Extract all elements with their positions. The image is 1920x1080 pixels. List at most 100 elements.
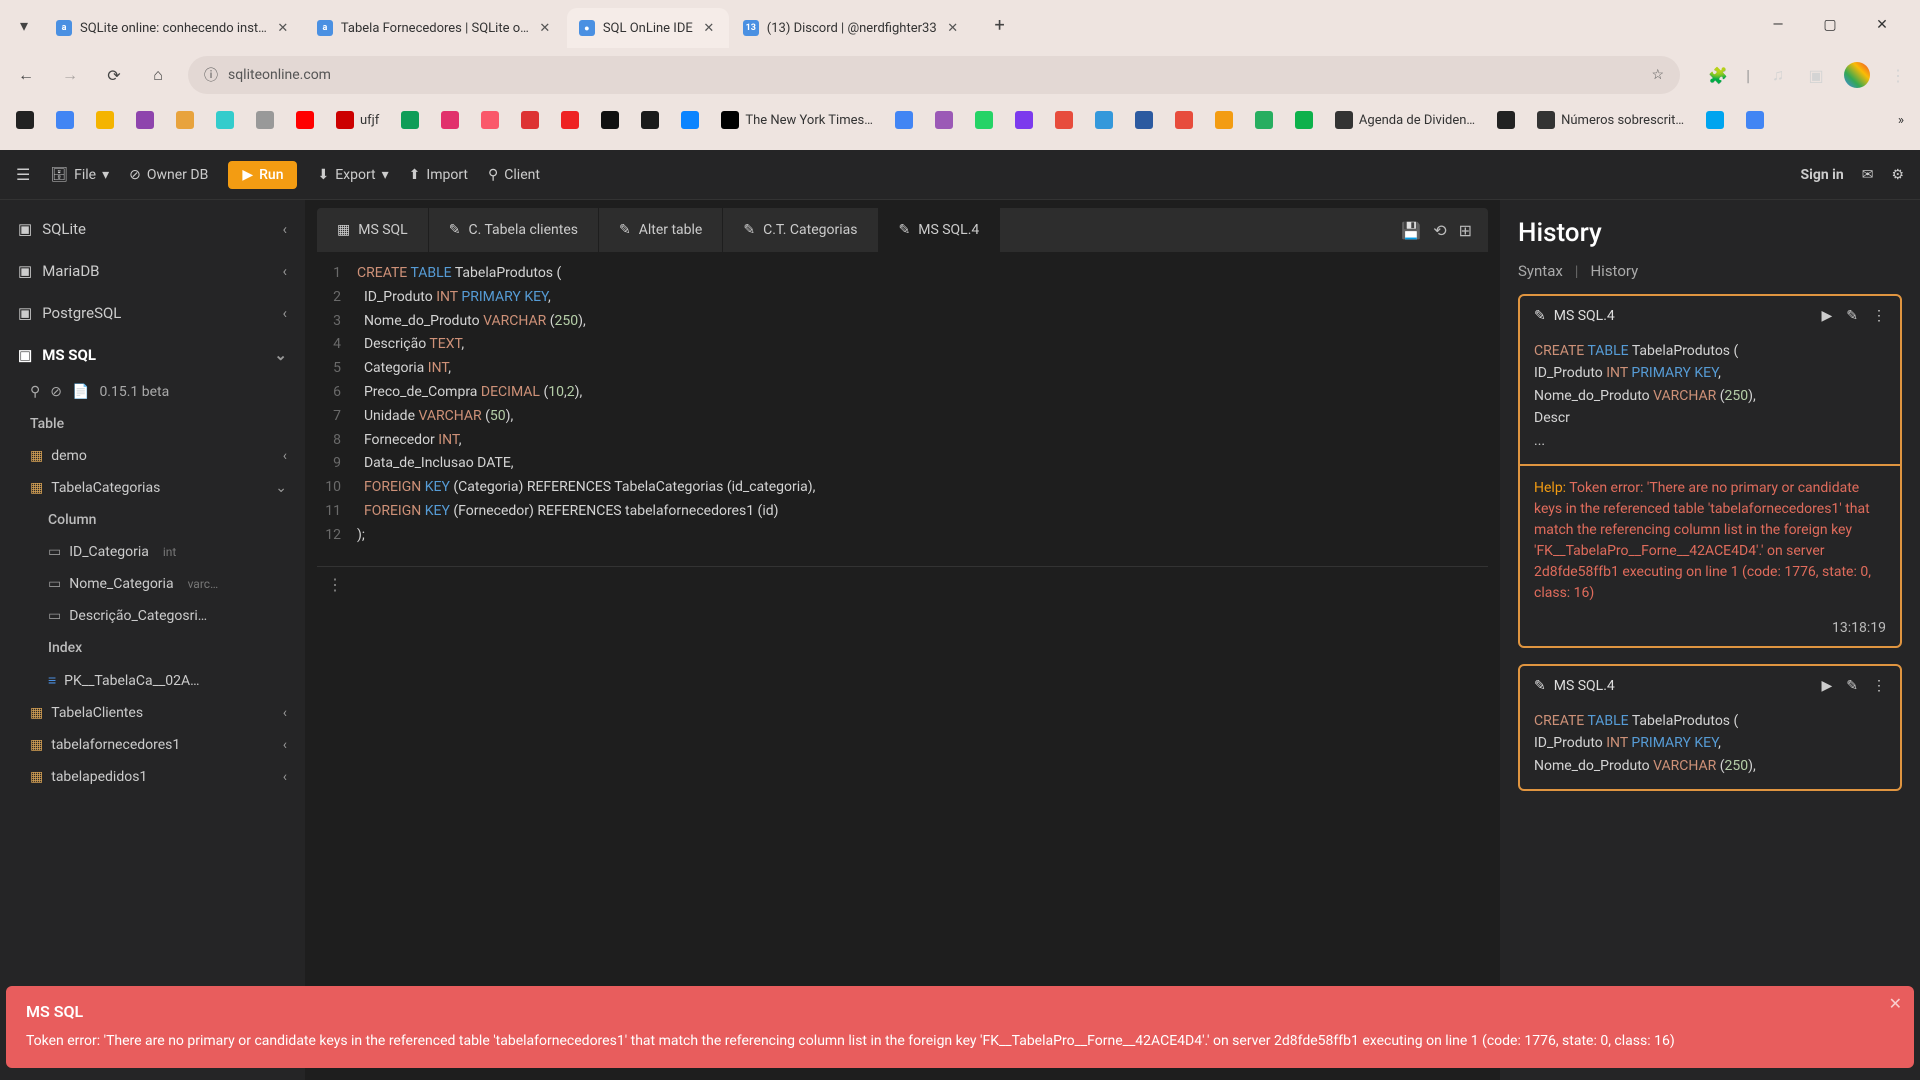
code-content[interactable]: FOREIGN KEY (Categoria) REFERENCES Tabel… [357,476,1488,500]
chevron-left-icon[interactable]: ‹ [283,769,287,785]
profile-avatar-icon[interactable] [1844,62,1870,88]
run-history-icon[interactable]: ▶ [1821,308,1832,324]
chevron-left-icon[interactable]: ‹ [283,448,287,464]
tab-syntax[interactable]: Syntax [1518,262,1563,280]
table-item[interactable]: ▦demo ‹ [0,440,305,472]
code-editor[interactable]: 1 CREATE TABLE TabelaProdutos ( 2 ID_Pro… [317,252,1488,558]
table-item[interactable]: ▦tabelapedidos1 ‹ [0,761,305,793]
import-button[interactable]: ⬆ Import [409,167,468,183]
export-menu[interactable]: ⬇ Export ▾ [317,167,388,183]
chevron-left-icon[interactable]: ‹ [283,737,287,753]
error-icon[interactable]: ⊘ [50,384,62,400]
edit-history-icon[interactable]: ✎ [1846,678,1858,694]
chevron-down-icon[interactable]: ⌄ [275,480,287,496]
result-menu-icon[interactable]: ⋮ [327,575,343,594]
back-button[interactable]: ← [12,61,40,89]
code-content[interactable]: Unidade VARCHAR (50), [357,405,1488,429]
run-history-icon[interactable]: ▶ [1821,678,1832,694]
column-item[interactable]: ▭ID_Categoriaint [0,536,305,568]
bookmark-item[interactable] [136,111,154,129]
column-item[interactable]: ▭Nome_Categoriavarc… [0,568,305,600]
code-content[interactable]: ID_Produto INT PRIMARY KEY, [357,286,1488,310]
toast-close-icon[interactable]: ✕ [1889,994,1902,1013]
bookmark-item[interactable] [296,111,314,129]
bookmark-item[interactable]: Agenda de Dividen… [1335,111,1475,129]
bookmark-item[interactable] [1706,111,1724,129]
chevron-icon[interactable]: ⌄ [274,346,287,364]
chevron-icon[interactable]: ‹ [282,304,287,322]
bookmark-item[interactable] [1135,111,1153,129]
tab-close-icon[interactable]: ✕ [701,20,717,36]
bookmark-item[interactable] [481,111,499,129]
tab-close-icon[interactable]: ✕ [275,20,291,36]
forward-button[interactable]: → [56,61,84,89]
bookmark-item[interactable] [1215,111,1233,129]
extensions-icon[interactable]: 🧩 [1708,65,1728,85]
tab-search-dropdown[interactable]: ▾ [8,9,40,41]
bookmark-item[interactable] [895,111,913,129]
chevron-icon[interactable]: ‹ [282,262,287,280]
table-item[interactable]: ▦TabelaCategorias ⌄ [0,472,305,504]
save-icon[interactable]: 💾 [1401,221,1421,240]
code-content[interactable]: Nome_do_Produto VARCHAR (250), [357,310,1488,334]
bookmark-item[interactable]: Números sobrescrit… [1537,111,1684,129]
sign-in-button[interactable]: Sign in [1801,167,1844,183]
bookmark-item[interactable] [1095,111,1113,129]
index-item[interactable]: ≡PK__TabelaCa__02A… [0,664,305,697]
table-item[interactable]: ▦tabelafornecedores1 ‹ [0,729,305,761]
db-engine-item[interactable]: ▣PostgreSQL ‹ [0,292,305,334]
maximize-button[interactable]: ▢ [1812,7,1848,43]
star-icon[interactable]: ☆ [1652,67,1665,83]
editor-tab[interactable]: ✎ C.T. Categorias [723,208,878,252]
bookmark-item[interactable] [176,111,194,129]
owner-db-button[interactable]: ⊘ Owner DB [129,167,208,183]
client-button[interactable]: ⚲ Client [488,167,540,183]
column-item[interactable]: ▭Descrição_Categosri… [0,600,305,632]
run-button[interactable]: ▶ Run [228,161,297,189]
bookmarks-overflow-icon[interactable]: » [1898,113,1904,128]
mail-icon[interactable]: ✉ [1862,167,1874,183]
editor-tab[interactable]: ▦ MS SQL [317,208,429,252]
editor-tab[interactable]: ✎ Alter table [599,208,723,252]
db-engine-item[interactable]: ▣MS SQL ⌄ [0,334,305,376]
bookmark-item[interactable] [561,111,579,129]
db-engine-item[interactable]: ▣MariaDB ‹ [0,250,305,292]
url-bar[interactable]: ⓘ sqliteonline.com ☆ [188,56,1680,94]
bookmark-item[interactable] [935,111,953,129]
editor-tab[interactable]: ✎ MS SQL.4 [879,208,1001,252]
bookmark-item[interactable] [1175,111,1193,129]
bookmark-item[interactable] [216,111,234,129]
bookmark-item[interactable] [401,111,419,129]
bookmark-item[interactable] [601,111,619,129]
bookmark-item[interactable] [1015,111,1033,129]
menu-button[interactable]: ☰ [16,165,30,184]
bookmark-item[interactable] [641,111,659,129]
tab-close-icon[interactable]: ✕ [945,20,961,36]
table-item[interactable]: ▦TabelaClientes ‹ [0,697,305,729]
chrome-menu-icon[interactable]: ⋮ [1888,65,1908,85]
browser-tab[interactable]: ●SQL OnLine IDE✕ [567,8,729,48]
history-menu-icon[interactable]: ⋮ [1872,308,1886,324]
minimize-button[interactable]: — [1760,7,1796,43]
home-button[interactable]: ⌂ [144,61,172,89]
settings-icon[interactable]: ⚙ [1891,167,1904,183]
bookmark-item[interactable] [1497,111,1515,129]
code-content[interactable]: Data_de_Inclusao DATE, [357,452,1488,476]
bookmark-item[interactable]: The New York Times… [721,111,873,129]
bookmark-item[interactable] [1295,111,1313,129]
new-tab-button[interactable]: + [985,10,1015,40]
browser-tab[interactable]: 13(13) Discord | @nerdfighter33✕ [731,8,973,48]
code-content[interactable]: Categoria INT, [357,357,1488,381]
chevron-icon[interactable]: ‹ [282,220,287,238]
media-icon[interactable]: ♫ [1768,65,1788,85]
code-content[interactable]: FOREIGN KEY (Fornecedor) REFERENCES tabe… [357,500,1488,524]
bookmark-item[interactable]: ufjf [336,111,379,129]
bookmark-item[interactable] [96,111,114,129]
sidepanel-icon[interactable]: ▣ [1806,65,1826,85]
bookmark-item[interactable] [441,111,459,129]
browser-tab[interactable]: aSQLite online: conhecendo inst…✕ [44,8,303,48]
bookmark-item[interactable] [1746,111,1764,129]
add-tab-icon[interactable]: ⊞ [1459,221,1472,240]
history-menu-icon[interactable]: ⋮ [1872,678,1886,694]
bookmark-item[interactable] [681,111,699,129]
